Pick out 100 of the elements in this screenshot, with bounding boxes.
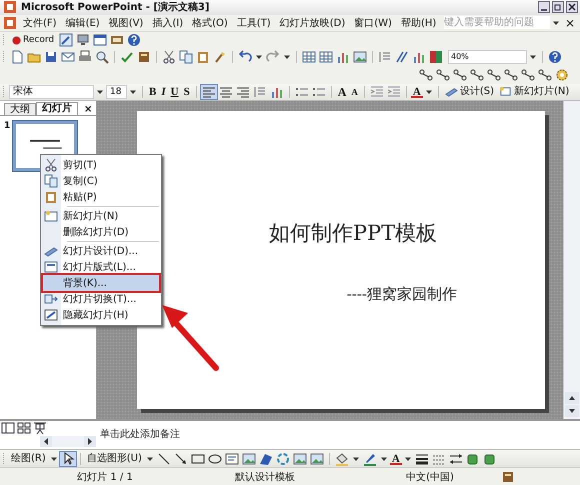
image-icon[interactable] [353, 50, 367, 64]
caret-icon[interactable] [284, 54, 290, 60]
connector-icon[interactable] [487, 68, 501, 82]
new-slide-icon[interactable] [44, 208, 58, 223]
scroll-down-icon[interactable] [565, 405, 579, 418]
bucket-icon[interactable] [334, 452, 349, 466]
connector-icon[interactable] [453, 68, 467, 82]
caret-icon[interactable] [50, 456, 57, 462]
scroll-up-icon[interactable] [565, 392, 579, 404]
line-weight-icon[interactable] [414, 452, 429, 466]
caret-icon[interactable] [426, 88, 432, 95]
font-color-button[interactable]: A [390, 452, 402, 465]
draw-menu-button[interactable]: 绘图(R) [9, 452, 48, 466]
menu-item[interactable]: 视图(V) [104, 14, 148, 31]
zoom-dropdown[interactable]: 40% [448, 50, 527, 64]
horizontal-scrollbar[interactable] [40, 436, 96, 448]
bold-button[interactable]: B [147, 84, 158, 99]
slanted-lines-icon[interactable] [395, 50, 409, 64]
caret-icon[interactable] [530, 54, 536, 60]
clipboard-icon[interactable] [44, 190, 58, 204]
app-icon[interactable] [3, 16, 17, 30]
context-menu-item[interactable]: 幻灯片设计(D)... [43, 242, 159, 259]
caret-icon[interactable] [352, 456, 359, 462]
copy-icon[interactable] [44, 174, 58, 188]
connector-icon[interactable] [504, 68, 518, 82]
window-icon[interactable] [93, 33, 108, 48]
align-center-icon[interactable] [218, 84, 233, 99]
indent-icon[interactable] [386, 84, 401, 99]
connector-icon[interactable] [419, 68, 433, 82]
line-icon[interactable] [156, 452, 171, 466]
grow-font-button[interactable]: A [336, 84, 348, 99]
ring-icon[interactable] [276, 452, 290, 466]
align-right-icon[interactable] [236, 84, 250, 99]
font-name-field[interactable]: 宋体 [9, 84, 94, 99]
caret-icon[interactable] [146, 456, 153, 462]
menu-item[interactable]: 帮助(H) [396, 14, 440, 31]
caret-icon[interactable] [97, 88, 103, 95]
design-button[interactable]: 设计(S) [442, 84, 496, 99]
app-icon[interactable] [3, 0, 17, 14]
transition-icon[interactable] [44, 292, 58, 306]
printer-icon[interactable] [78, 50, 92, 64]
toolbar-grip-icon[interactable] [2, 50, 5, 64]
menu-item[interactable]: 插入(I) [148, 14, 188, 31]
close-icon[interactable] [566, 1, 578, 14]
sorter-view-icon[interactable] [17, 421, 31, 436]
image-icon[interactable] [310, 452, 324, 466]
font-color-button[interactable]: A [410, 86, 423, 98]
restore-icon[interactable] [552, 1, 564, 14]
checkmark-icon[interactable] [120, 50, 134, 64]
record-button[interactable]: Record [9, 35, 58, 46]
minimize-icon[interactable] [538, 1, 550, 14]
menu-item[interactable]: 编辑(E) [62, 14, 104, 31]
outdent-icon[interactable] [370, 84, 384, 99]
toolbar-grip-icon[interactable] [2, 452, 5, 466]
menu-item[interactable]: 工具(T) [232, 14, 275, 31]
toolbar-grip-icon[interactable] [2, 84, 5, 99]
grid-icon[interactable] [319, 50, 333, 64]
shrink-font-button[interactable]: A [349, 84, 360, 99]
caret-icon[interactable] [552, 20, 559, 26]
image-icon[interactable] [242, 452, 256, 466]
context-menu-item[interactable]: 背景(K)... [43, 274, 159, 291]
brush-icon[interactable] [213, 50, 227, 64]
new-slide-icon[interactable] [498, 85, 512, 98]
color-square-icon[interactable] [429, 50, 443, 64]
new-slide-button[interactable]: 新幻灯片(N) [496, 84, 572, 99]
arrow-line-icon[interactable] [174, 452, 188, 466]
italic-button[interactable]: I [159, 84, 168, 99]
pen-icon[interactable] [362, 452, 377, 466]
caret-icon[interactable] [256, 54, 262, 60]
caret-icon[interactable] [130, 88, 136, 95]
page-icon[interactable] [10, 50, 24, 64]
hide-icon[interactable] [44, 308, 58, 322]
autoshapes-menu-button[interactable]: 自选图形(U) [84, 452, 144, 466]
context-menu-item[interactable]: 新幻灯片(N) [43, 208, 159, 224]
help-icon[interactable] [548, 50, 562, 64]
framed-picture-icon[interactable] [292, 452, 307, 466]
vertical-scrollbar[interactable] [563, 100, 580, 420]
close-pane-button[interactable]: × [84, 104, 92, 115]
connector-icon[interactable] [538, 68, 552, 82]
align-left-icon[interactable] [202, 84, 216, 99]
menu-item[interactable]: 格式(O) [188, 14, 232, 31]
close-document-button[interactable]: × [562, 16, 578, 30]
font-size-field[interactable]: 18 [106, 84, 127, 99]
monitor-icon[interactable] [76, 33, 90, 48]
ellipse-icon[interactable] [208, 452, 222, 466]
clipboard-icon[interactable] [196, 50, 210, 64]
scroll-right-icon[interactable] [84, 436, 96, 448]
copy-icon[interactable] [179, 50, 193, 64]
scroll-left-icon[interactable] [40, 436, 52, 448]
connector-icon[interactable] [521, 68, 535, 82]
gear-icon[interactable] [555, 68, 569, 82]
magnifier-icon[interactable] [95, 50, 109, 64]
help-search-field[interactable]: 键入需要帮助的问题 [444, 16, 550, 30]
shadow-button[interactable]: S [182, 84, 192, 99]
envelope-icon[interactable] [61, 50, 75, 64]
layout-icon[interactable] [44, 260, 58, 274]
menu-item[interactable]: 文件(F) [19, 14, 61, 31]
slide[interactable]: 如何制作PPT模板 ----狸窝家园制作 [137, 110, 545, 410]
undo-icon[interactable] [238, 50, 252, 64]
help-icon[interactable] [127, 33, 142, 48]
